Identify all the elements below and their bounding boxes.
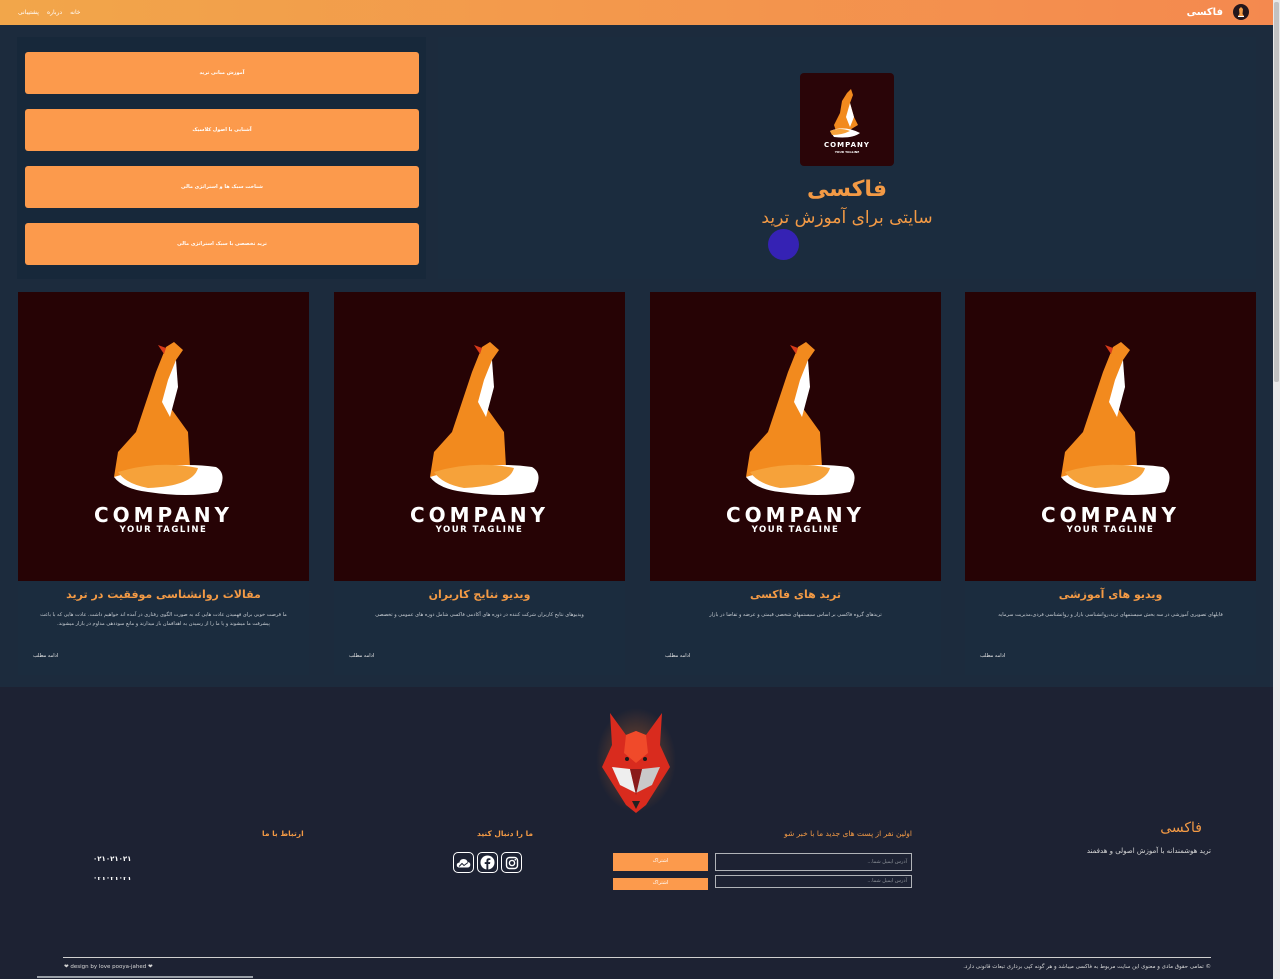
fox-icon bbox=[746, 342, 855, 495]
fox-head-logo-icon bbox=[596, 708, 676, 813]
card-image: COMPANY YOUR TAGLINE bbox=[650, 292, 941, 581]
site-footer: فاکسی ترید هوشمندانه با آموزش اصولی و هد… bbox=[0, 687, 1273, 979]
facebook-icon[interactable] bbox=[477, 852, 498, 873]
follow-us-title: ما را دنبال کنید bbox=[477, 829, 534, 838]
nav-brand-title: فاکسی bbox=[1186, 6, 1223, 18]
footer-brand-description: ترید هوشمندانه با آموزش اصولی و هدفمند bbox=[1086, 847, 1211, 855]
menu-button-styles-strategy[interactable]: شناخت سبک ها و استراتژی مالی bbox=[25, 166, 419, 208]
svg-text:YOUR TAGLINE: YOUR TAGLINE bbox=[119, 525, 208, 535]
card-title: ترید های فاکسی bbox=[749, 588, 841, 601]
card-description: فایلهای تصویری آموزشی در سه بخش سیستمهای… bbox=[998, 612, 1223, 618]
menu-button-advanced-trading[interactable]: ترید تخصصی با سبک استراتژی مالی bbox=[25, 223, 419, 265]
fox-icon bbox=[1061, 342, 1170, 495]
card-image: COMPANY YOUR TAGLINE bbox=[334, 292, 625, 581]
svg-text:COMPANY: COMPANY bbox=[824, 141, 870, 149]
top-navbar: فاکسی خانه درباره پشتیبانی bbox=[0, 0, 1273, 25]
svg-text:YOUR TAGLINE: YOUR TAGLINE bbox=[834, 150, 860, 154]
cursor-highlight-blob bbox=[768, 229, 799, 260]
card-title: مقالات روانشناسی موفقیت در ترید bbox=[66, 588, 261, 601]
hero-company-logo: COMPANY YOUR TAGLINE bbox=[800, 73, 894, 166]
cloud-icon[interactable] bbox=[453, 852, 474, 873]
card-description: ما فرصت خوبی برای فهمیدن عادت هایی که به… bbox=[40, 612, 287, 627]
fox-icon bbox=[830, 89, 860, 138]
menu-button-trading-basics[interactable]: آموزش مبانی ترید bbox=[25, 52, 419, 94]
newsletter-email-input[interactable]: آدرس ایمیل شما... bbox=[715, 853, 912, 871]
design-credit: ❤ design by love pooya-jahed ❤ bbox=[64, 964, 153, 970]
scrollbar-thumb[interactable] bbox=[1274, 2, 1279, 382]
course-menu-panel: آموزش مبانی ترید آشنایی با اصول کلاسیک ش… bbox=[17, 37, 426, 279]
hero-subtitle: سایتی برای آموزش ترید bbox=[761, 208, 933, 228]
fox-icon bbox=[114, 342, 223, 495]
newsletter-subscribe-button-2[interactable]: اشتراک bbox=[613, 878, 708, 890]
card-psychology-articles: COMPANY YOUR TAGLINE مقالات روانشناسی مو… bbox=[18, 292, 309, 675]
nav-links: خانه درباره پشتیبانی bbox=[18, 0, 81, 25]
card-foxy-trades: COMPANY YOUR TAGLINE ترید های فاکسی ترید… bbox=[650, 292, 941, 675]
read-more-link[interactable]: ادامه مطلب bbox=[980, 653, 1005, 659]
read-more-link[interactable]: ادامه مطلب bbox=[33, 653, 58, 659]
newsletter-subscribe-button[interactable]: اشتراک bbox=[613, 853, 708, 871]
read-more-link[interactable]: ادامه مطلب bbox=[665, 653, 690, 659]
nav-link-about[interactable]: درباره bbox=[47, 9, 62, 16]
svg-text:YOUR TAGLINE: YOUR TAGLINE bbox=[435, 525, 524, 535]
nav-link-home[interactable]: خانه bbox=[70, 9, 80, 16]
read-more-link[interactable]: ادامه مطلب bbox=[349, 653, 374, 659]
menu-button-classic-principles[interactable]: آشنایی با اصول کلاسیک bbox=[25, 109, 419, 151]
svg-text:COMPANY: COMPANY bbox=[726, 503, 865, 527]
footer-brand-title: فاکسی bbox=[1160, 820, 1202, 836]
card-title: ویدیو های آموزشی bbox=[1058, 588, 1163, 601]
hero-panel: COMPANY YOUR TAGLINE فاکسی سایتی برای آم… bbox=[438, 37, 1256, 279]
instagram-icon[interactable] bbox=[501, 852, 522, 873]
contact-us-title: ارتباط با ما bbox=[262, 829, 304, 838]
card-description: ویدیوهای نتایج کاربران شرکت کننده در دور… bbox=[375, 612, 584, 618]
card-user-results-video: COMPANY YOUR TAGLINE ویدیو نتایج کاربران… bbox=[334, 292, 625, 675]
svg-text:COMPANY: COMPANY bbox=[1041, 503, 1180, 527]
card-image: COMPANY YOUR TAGLINE bbox=[965, 292, 1256, 581]
newsletter-email-input-2[interactable]: آدرس ایمیل شما... bbox=[715, 875, 912, 888]
copyright-text: © تمامی حقوق مادی و معنوی این سایت مربوط… bbox=[963, 964, 1211, 970]
contact-phone-2[interactable]: ۰۲۱۰۲۱۰۲۱ bbox=[93, 877, 131, 882]
hero-title: فاکسی bbox=[806, 177, 888, 202]
card-description: تریدهای گروه فاکسی بر اساس سیستمهای شخصی… bbox=[709, 612, 882, 618]
svg-text:YOUR TAGLINE: YOUR TAGLINE bbox=[751, 525, 840, 535]
horizontal-scrollbar[interactable] bbox=[37, 976, 253, 978]
contact-phone[interactable]: ۰۲۱۰۲۱۰۲۱ bbox=[93, 855, 131, 863]
card-educational-videos: COMPANY YOUR TAGLINE ویدیو های آموزشی فا… bbox=[965, 292, 1256, 675]
fox-icon bbox=[430, 342, 539, 495]
card-image: COMPANY YOUR TAGLINE bbox=[18, 292, 309, 581]
footer-divider bbox=[63, 957, 1211, 958]
nav-brand[interactable]: فاکسی bbox=[1187, 2, 1249, 22]
newsletter-title: اولین نفر از پست های جدید ما با خبر شو bbox=[784, 829, 912, 838]
svg-text:COMPANY: COMPANY bbox=[410, 503, 549, 527]
svg-text:COMPANY: COMPANY bbox=[94, 503, 233, 527]
card-title: ویدیو نتایج کاربران bbox=[428, 588, 531, 601]
page-scrollbar[interactable] bbox=[1273, 0, 1280, 979]
fox-logo-icon bbox=[1233, 4, 1249, 20]
nav-link-support[interactable]: پشتیبانی bbox=[18, 9, 39, 16]
svg-text:YOUR TAGLINE: YOUR TAGLINE bbox=[1066, 525, 1155, 535]
